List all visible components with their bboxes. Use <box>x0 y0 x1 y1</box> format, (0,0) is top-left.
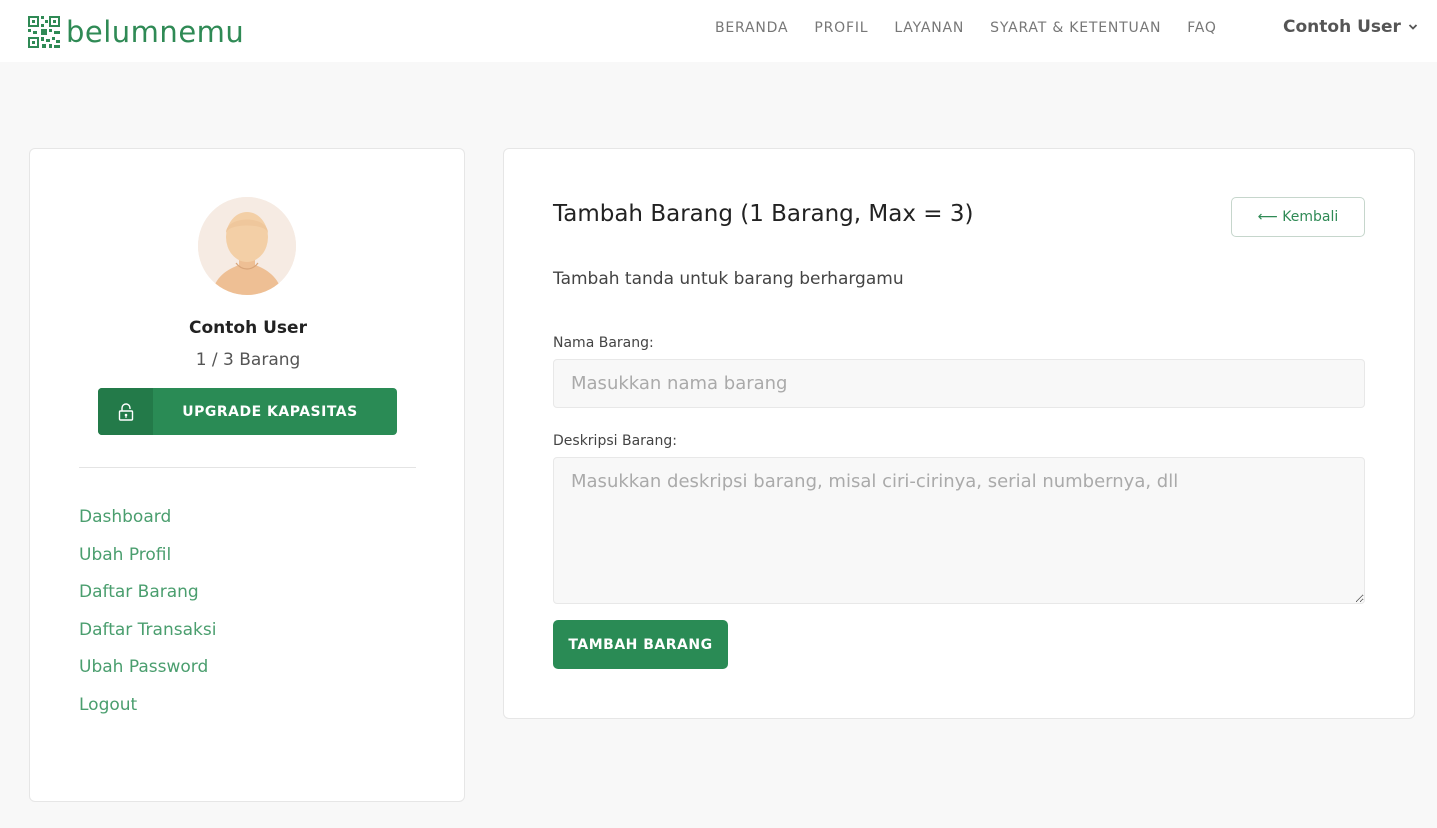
avatar <box>198 197 296 295</box>
back-button[interactable]: ⟵ Kembali <box>1231 197 1365 237</box>
user-menu-label: Contoh User <box>1283 17 1401 37</box>
nav-link-faq[interactable]: FAQ <box>1187 19 1217 37</box>
item-description-textarea[interactable] <box>553 457 1365 604</box>
item-description-label: Deskripsi Barang: <box>553 433 677 449</box>
top-navbar: belumnemu BERANDA PROFIL LAYANAN SYARAT … <box>0 0 1437 62</box>
lock-icon-box <box>98 388 153 435</box>
item-name-label: Nama Barang: <box>553 335 654 351</box>
item-name-input[interactable] <box>553 359 1365 408</box>
sidebar-item-logout[interactable]: Logout <box>79 693 216 731</box>
sidebar-item-dashboard[interactable]: Dashboard <box>79 505 216 543</box>
qr-code-icon <box>28 16 60 48</box>
sidebar-item-daftar-transaksi[interactable]: Daftar Transaksi <box>79 618 216 656</box>
brand-name: belumnemu <box>66 15 245 49</box>
brand-logo[interactable]: belumnemu <box>28 16 244 48</box>
sidebar-item-daftar-barang[interactable]: Daftar Barang <box>79 580 216 618</box>
user-silhouette-icon <box>198 197 296 295</box>
profile-user-name: Contoh User <box>189 318 307 338</box>
upgrade-capacity-label: UPGRADE KAPASITAS <box>182 403 358 420</box>
sidebar-item-ubah-password[interactable]: Ubah Password <box>79 655 216 693</box>
nav-link-layanan[interactable]: LAYANAN <box>894 19 964 37</box>
lock-icon <box>118 402 133 421</box>
main-nav: BERANDA PROFIL LAYANAN SYARAT & KETENTUA… <box>715 19 1243 37</box>
sidebar-menu: Dashboard Ubah Profil Daftar Barang Daft… <box>79 505 216 730</box>
profile-sidebar-card: Contoh User 1 / 3 Barang UPGRADE KAPASIT… <box>29 148 465 802</box>
upgrade-capacity-button[interactable]: UPGRADE KAPASITAS <box>98 388 397 435</box>
user-menu-dropdown[interactable]: Contoh User <box>1283 17 1418 37</box>
add-item-form-card: Tambah Barang (1 Barang, Max = 3) ⟵ Kemb… <box>503 148 1415 719</box>
page-title: Tambah Barang (1 Barang, Max = 3) <box>553 201 974 227</box>
sidebar-divider <box>79 467 416 468</box>
nav-link-beranda[interactable]: BERANDA <box>715 19 788 37</box>
nav-link-syarat-ketentuan[interactable]: SYARAT & KETENTUAN <box>990 19 1161 37</box>
chevron-down-icon <box>1408 24 1418 30</box>
item-quota-count: 1 / 3 Barang <box>195 350 301 370</box>
add-item-submit-button[interactable]: TAMBAH BARANG <box>553 620 728 669</box>
sidebar-item-ubah-profil[interactable]: Ubah Profil <box>79 543 216 581</box>
nav-link-profil[interactable]: PROFIL <box>814 19 868 37</box>
page-subtitle: Tambah tanda untuk barang berhargamu <box>553 269 904 289</box>
